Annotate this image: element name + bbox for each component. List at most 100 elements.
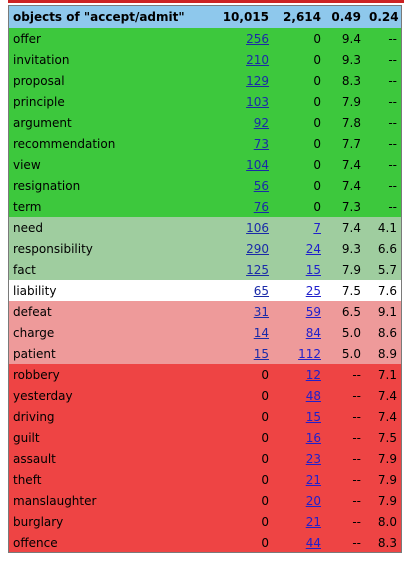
row-count-b-link[interactable]: 24 [306, 242, 321, 256]
row-count-a-link[interactable]: 15 [254, 347, 269, 361]
row-score-c: -- [325, 427, 365, 448]
table-row: proposal 129 0 8.3 -- [9, 70, 401, 91]
row-count-b-link[interactable]: 16 [306, 431, 321, 445]
row-word: resignation [9, 175, 185, 196]
row-count-b-link[interactable]: 15 [306, 263, 321, 277]
row-count-a-link[interactable]: 56 [254, 179, 269, 193]
row-count-b-link[interactable]: 20 [306, 494, 321, 508]
row-count-a-cell: 129 [185, 70, 273, 91]
row-score-d: -- [365, 196, 401, 217]
row-count-b-cell: 0 [273, 112, 325, 133]
row-count-b-cell: 0 [273, 133, 325, 154]
row-word: fact [9, 259, 185, 280]
row-count-b-link[interactable]: 48 [306, 389, 321, 403]
row-count-a-cell: 106 [185, 217, 273, 238]
row-count-b-link[interactable]: 59 [306, 305, 321, 319]
row-score-d: -- [365, 49, 401, 70]
row-count-b-cell: 15 [273, 259, 325, 280]
row-score-c: 7.4 [325, 175, 365, 196]
row-count-a-cell: 0 [185, 469, 273, 490]
table-row: principle 103 0 7.9 -- [9, 91, 401, 112]
row-word: need [9, 217, 185, 238]
row-count-b-cell: 23 [273, 448, 325, 469]
collocation-table: objects of "accept/admit" 10,015 2,614 0… [9, 6, 401, 552]
row-count-a-link[interactable]: 65 [254, 284, 269, 298]
row-count-b-link[interactable]: 84 [306, 326, 321, 340]
row-count-b-cell: 21 [273, 469, 325, 490]
row-count-b-cell: 12 [273, 364, 325, 385]
row-count-a-cell: 103 [185, 91, 273, 112]
row-word: charge [9, 322, 185, 343]
row-count-a-link[interactable]: 210 [246, 53, 269, 67]
row-count-b-link[interactable]: 44 [306, 536, 321, 550]
row-count-a-cell: 31 [185, 301, 273, 322]
row-count-b-link[interactable]: 21 [306, 473, 321, 487]
header-count-a: 10,015 [185, 6, 273, 28]
row-score-c: 7.4 [325, 217, 365, 238]
row-score-c: 7.4 [325, 154, 365, 175]
row-score-d: -- [365, 175, 401, 196]
row-count-a-link[interactable]: 73 [254, 137, 269, 151]
row-count-b-link[interactable]: 21 [306, 515, 321, 529]
row-count-a-link[interactable]: 106 [246, 221, 269, 235]
row-score-d: 5.7 [365, 259, 401, 280]
row-count-a-link[interactable]: 14 [254, 326, 269, 340]
row-count-a-link[interactable]: 290 [246, 242, 269, 256]
row-count-b-link[interactable]: 15 [306, 410, 321, 424]
table-row: liability 65 25 7.5 7.6 [9, 280, 401, 301]
row-count-a-cell: 210 [185, 49, 273, 70]
row-count-b-link[interactable]: 112 [298, 347, 321, 361]
table-row: responsibility 290 24 9.3 6.6 [9, 238, 401, 259]
row-count-a-cell: 0 [185, 427, 273, 448]
row-score-d: 7.4 [365, 385, 401, 406]
row-count-b-cell: 48 [273, 385, 325, 406]
row-word: guilt [9, 427, 185, 448]
table-row: invitation 210 0 9.3 -- [9, 49, 401, 70]
row-score-d: 8.0 [365, 511, 401, 532]
row-word: assault [9, 448, 185, 469]
row-score-d: 7.9 [365, 469, 401, 490]
table-row: resignation 56 0 7.4 -- [9, 175, 401, 196]
row-score-c: 7.8 [325, 112, 365, 133]
row-count-a-link[interactable]: 104 [246, 158, 269, 172]
row-word: patient [9, 343, 185, 364]
row-count-a-cell: 76 [185, 196, 273, 217]
row-score-c: 7.9 [325, 91, 365, 112]
row-count-a-link[interactable]: 125 [246, 263, 269, 277]
row-count-a-cell: 0 [185, 385, 273, 406]
row-count-a-link[interactable]: 256 [246, 32, 269, 46]
row-score-c: -- [325, 490, 365, 511]
row-count-a-cell: 0 [185, 511, 273, 532]
table-row: offer 256 0 9.4 -- [9, 28, 401, 49]
table-row: defeat 31 59 6.5 9.1 [9, 301, 401, 322]
row-count-b-link[interactable]: 12 [306, 368, 321, 382]
row-count-a-link[interactable]: 31 [254, 305, 269, 319]
row-count-b-cell: 20 [273, 490, 325, 511]
row-score-c: 5.0 [325, 343, 365, 364]
row-count-a-cell: 0 [185, 448, 273, 469]
row-count-a-cell: 290 [185, 238, 273, 259]
row-score-d: 7.4 [365, 406, 401, 427]
row-count-a-link[interactable]: 103 [246, 95, 269, 109]
header-word: objects of "accept/admit" [9, 6, 185, 28]
row-count-b-cell: 0 [273, 91, 325, 112]
row-score-d: 8.6 [365, 322, 401, 343]
row-score-d: 7.9 [365, 448, 401, 469]
row-count-b-link[interactable]: 25 [306, 284, 321, 298]
row-score-c: -- [325, 532, 365, 552]
row-word: theft [9, 469, 185, 490]
row-count-a-link[interactable]: 92 [254, 116, 269, 130]
row-count-b-link[interactable]: 23 [306, 452, 321, 466]
table-row: yesterday 0 48 -- 7.4 [9, 385, 401, 406]
row-score-c: -- [325, 448, 365, 469]
row-count-a-link[interactable]: 76 [254, 200, 269, 214]
row-word: robbery [9, 364, 185, 385]
row-score-c: -- [325, 511, 365, 532]
table-body: offer 256 0 9.4 -- invitation 210 0 9.3 -- proposa… [9, 28, 401, 552]
row-count-b-link[interactable]: 7 [313, 221, 321, 235]
row-word: principle [9, 91, 185, 112]
row-count-a-cell: 14 [185, 322, 273, 343]
row-count-a-link[interactable]: 129 [246, 74, 269, 88]
table-row: burglary 0 21 -- 8.0 [9, 511, 401, 532]
row-score-d: -- [365, 70, 401, 91]
